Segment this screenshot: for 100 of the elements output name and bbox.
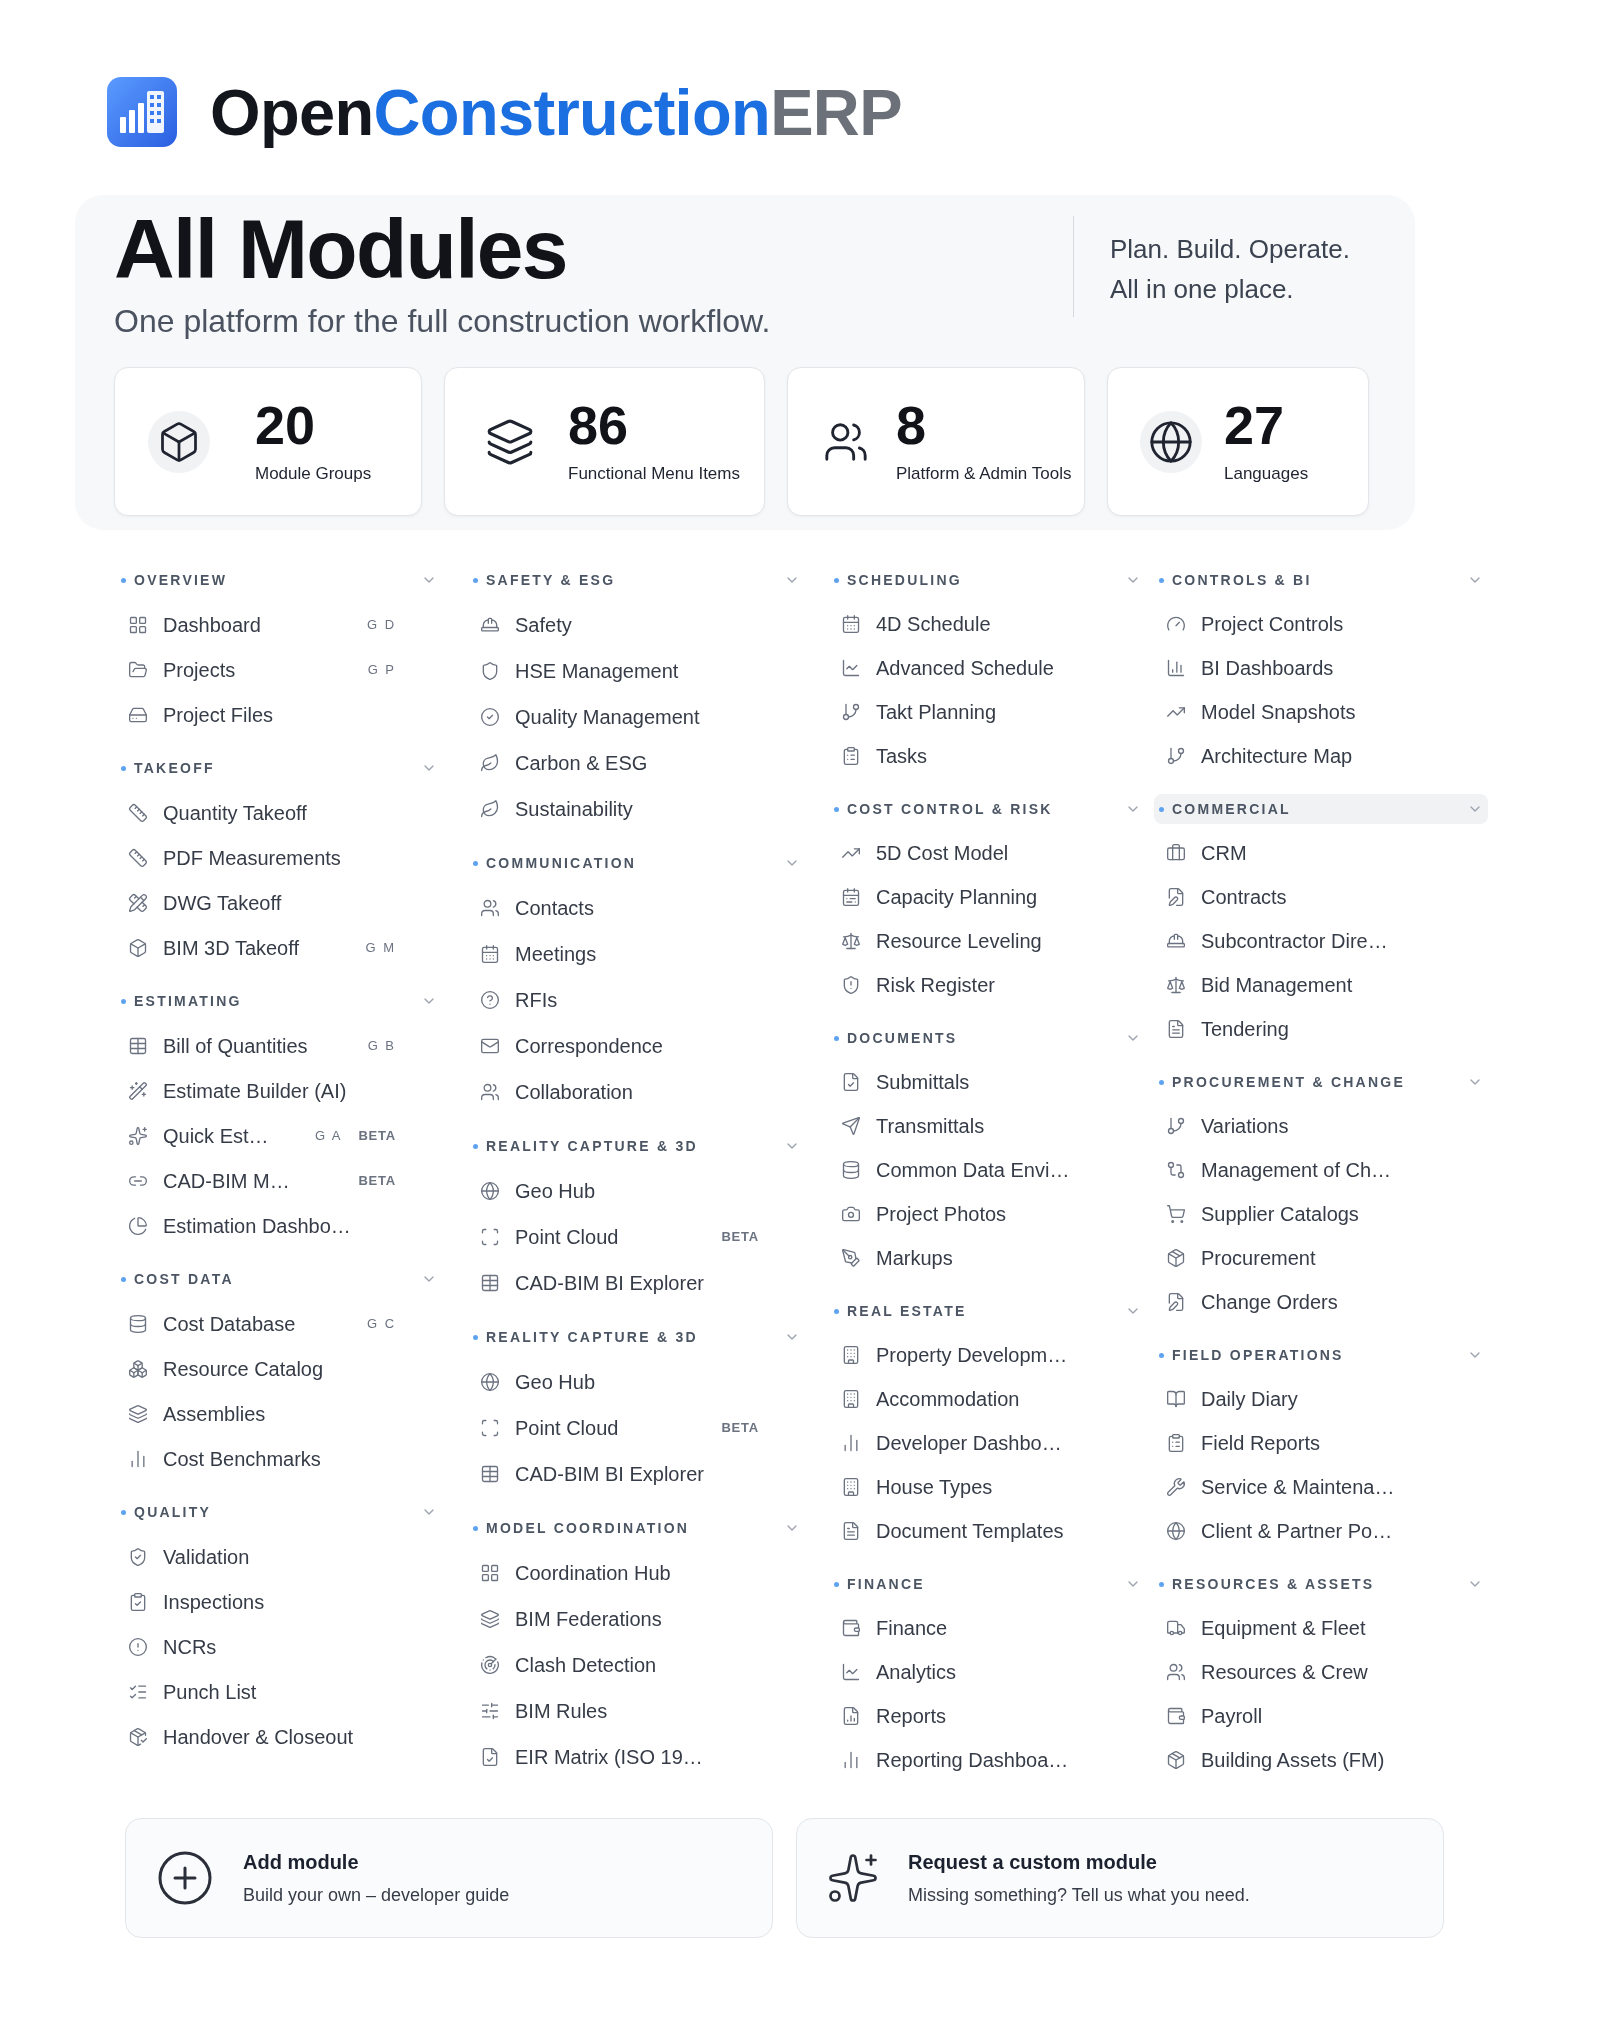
menu-item[interactable]: Handover & Closeout [116,1724,354,1749]
menu-item[interactable]: Management of Ch… [1154,1158,1392,1182]
menu-item[interactable]: Contacts [468,896,594,920]
menu-item[interactable]: Reporting Dashboa… [829,1748,1069,1772]
menu-item[interactable]: Quick Est… [116,1123,269,1148]
menu-item[interactable]: Tasks [829,744,928,768]
menu-item[interactable]: Model Snapshots [1154,700,1356,724]
menu-item[interactable]: Risk Register [829,973,995,997]
menu-item[interactable]: Advanced Schedule [829,656,1054,680]
menu-item[interactable]: Cost Database [116,1311,296,1336]
menu-item[interactable]: EIR Matrix (ISO 19… [468,1745,703,1769]
menu-item[interactable]: Cost Benchmarks [116,1446,321,1471]
menu-item[interactable]: Project Controls [1154,612,1344,636]
section-header[interactable]: TAKEOFF [116,753,442,783]
section-header[interactable]: CONTROLS & BI [1154,565,1488,595]
menu-item[interactable]: NCRs [116,1634,217,1659]
menu-item[interactable]: House Types [829,1475,993,1499]
menu-item[interactable]: Punch List [116,1679,257,1704]
menu-item[interactable]: RFIs [468,988,558,1012]
menu-item[interactable]: 4D Schedule [829,612,991,636]
menu-item[interactable]: Property Developm… [829,1343,1068,1367]
menu-item[interactable]: Service & Maintena… [1154,1475,1395,1499]
menu-item[interactable]: Supplier Catalogs [1154,1202,1359,1226]
menu-item[interactable]: BIM Rules [468,1699,608,1723]
menu-item[interactable]: Geo Hub [468,1179,596,1203]
menu-item[interactable]: Point Cloud [468,1225,619,1249]
menu-item[interactable]: Field Reports [1154,1431,1320,1455]
menu-item[interactable]: Subcontractor Dire… [1154,929,1388,953]
section-header[interactable]: FIELD OPERATIONS [1154,1340,1488,1370]
menu-item[interactable]: Developer Dashbo… [829,1431,1062,1455]
section-header[interactable]: COMMERCIAL [1154,794,1488,824]
section-header[interactable]: QUALITY [116,1497,442,1527]
menu-item[interactable]: CRM [1154,841,1247,865]
menu-item[interactable]: Quality Management [468,705,700,729]
menu-item[interactable]: Takt Planning [829,700,997,724]
menu-item[interactable]: PDF Measurements [116,845,341,870]
menu-item[interactable]: Change Orders [1154,1290,1338,1314]
menu-item[interactable]: Resource Leveling [829,929,1042,953]
menu-item[interactable]: Coordination Hub [468,1561,671,1585]
menu-item[interactable]: Correspondence [468,1034,663,1058]
menu-item[interactable]: Projects [116,657,236,682]
menu-item[interactable]: Clash Detection [468,1653,657,1677]
section-header[interactable]: COMMUNICATION [468,848,805,878]
menu-item[interactable]: Project Files [116,702,274,727]
menu-item[interactable]: Accommodation [829,1387,1020,1411]
action-card[interactable]: Add module Build your own – developer guide [125,1818,773,1938]
menu-item[interactable]: Building Assets (FM) [1154,1748,1385,1772]
menu-item[interactable]: Bill of Quantities [116,1033,308,1058]
menu-item[interactable]: Submittals [829,1070,970,1094]
menu-item[interactable]: Point Cloud [468,1416,619,1440]
menu-item[interactable]: CAD-BIM BI Explorer [468,1271,704,1295]
section-header[interactable]: SCHEDULING [829,565,1146,595]
menu-item[interactable]: Resource Catalog [116,1356,324,1381]
menu-item[interactable]: Safety [468,613,572,637]
section-header[interactable]: REALITY CAPTURE & 3D [468,1322,805,1352]
menu-item[interactable]: Dashboard [116,612,261,637]
menu-item[interactable]: Geo Hub [468,1370,596,1394]
menu-item[interactable]: Estimate Builder (AI) [116,1078,347,1103]
menu-item[interactable]: CAD-BIM M… [116,1168,290,1193]
menu-item[interactable]: Estimation Dashbo… [116,1213,351,1238]
section-header[interactable]: SAFETY & ESG [468,565,805,595]
menu-item[interactable]: BIM Federations [468,1607,662,1631]
section-header[interactable]: COST DATA [116,1264,442,1294]
menu-item[interactable]: CAD-BIM BI Explorer [468,1462,704,1486]
menu-item[interactable]: Validation [116,1544,250,1569]
menu-item[interactable]: Architecture Map [1154,744,1353,768]
section-header[interactable]: MODEL COORDINATION [468,1513,805,1543]
menu-item[interactable]: Tendering [1154,1017,1289,1041]
menu-item[interactable]: BIM 3D Takeoff [116,935,299,960]
menu-item[interactable]: Transmittals [829,1114,985,1138]
section-header[interactable]: REAL ESTATE [829,1296,1146,1326]
menu-item[interactable]: Bid Management [1154,973,1353,997]
menu-item[interactable]: Common Data Envi… [829,1158,1070,1182]
menu-item[interactable]: Collaboration [468,1080,633,1104]
menu-item[interactable]: Project Photos [829,1202,1007,1226]
section-header[interactable]: DOCUMENTS [829,1023,1146,1053]
menu-item[interactable]: Procurement [1154,1246,1316,1270]
section-header[interactable]: FINANCE [829,1569,1146,1599]
menu-item[interactable]: Client & Partner Po… [1154,1519,1393,1543]
menu-item[interactable]: HSE Management [468,659,679,683]
menu-item[interactable]: Carbon & ESG [468,751,648,775]
menu-item[interactable]: DWG Takeoff [116,890,282,915]
menu-item[interactable]: Meetings [468,942,597,966]
menu-item[interactable]: 5D Cost Model [829,841,1009,865]
menu-item[interactable]: Variations [1154,1114,1289,1138]
menu-item[interactable]: Markups [829,1246,953,1270]
section-header[interactable]: ESTIMATING [116,986,442,1016]
section-header[interactable]: COST CONTROL & RISK [829,794,1146,824]
menu-item[interactable]: Analytics [829,1660,957,1684]
menu-item[interactable]: Reports [829,1704,947,1728]
menu-item[interactable]: Document Templates [829,1519,1064,1543]
menu-item[interactable]: Resources & Crew [1154,1660,1368,1684]
section-header[interactable]: PROCUREMENT & CHANGE [1154,1067,1488,1097]
menu-item[interactable]: Contracts [1154,885,1287,909]
menu-item[interactable]: Quantity Takeoff [116,800,307,825]
menu-item[interactable]: Sustainability [468,797,633,821]
section-header[interactable]: OVERVIEW [116,565,442,595]
menu-item[interactable]: Inspections [116,1589,265,1614]
section-header[interactable]: REALITY CAPTURE & 3D [468,1131,805,1161]
menu-item[interactable]: Payroll [1154,1704,1263,1728]
